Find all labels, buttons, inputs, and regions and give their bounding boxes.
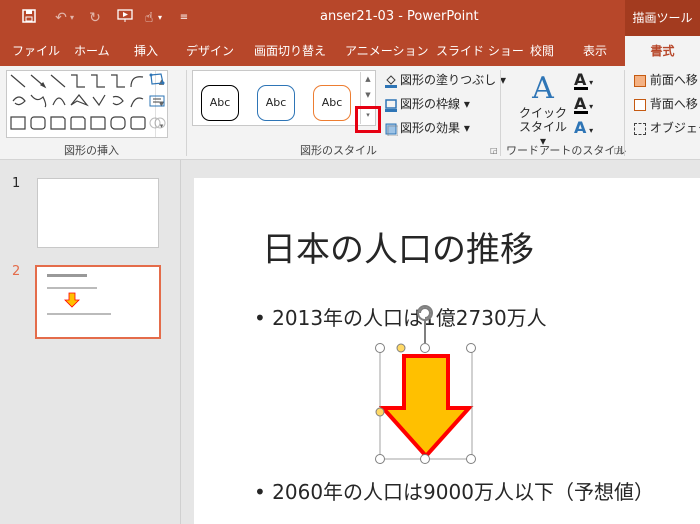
gallery-down-icon[interactable]: ▼ — [363, 90, 373, 100]
shape-styles-launcher-icon[interactable]: ◲ — [490, 146, 498, 155]
selection-pane-icon — [634, 122, 646, 135]
shape-outline-button[interactable]: 図形の枠線 ▾ — [384, 94, 470, 114]
ribbon-tabs: ファイル ホーム 挿入 デザイン 画面切り替え アニメーション スライド ショー… — [0, 36, 700, 66]
selection-pane-button[interactable]: オブジェクト — [634, 118, 700, 138]
shape-styles-group-label: 図形のスタイル — [300, 144, 377, 157]
text-effects-icon[interactable]: A ▾ — [574, 118, 604, 138]
shape-fill-button[interactable]: 図形の塗りつぶし ▾ — [384, 70, 506, 90]
text-outline-icon[interactable]: A ▾ — [574, 94, 604, 114]
selection-pane-label: オブジェクト — [649, 121, 700, 135]
window-title: anser21-03 - PowerPoint — [320, 9, 479, 24]
style-sample-blue[interactable]: Abc — [257, 85, 295, 121]
pen-icon — [384, 98, 398, 112]
tab-design[interactable]: デザイン — [186, 36, 234, 66]
send-backward-button[interactable]: 背面へ移 — [634, 94, 698, 114]
tab-home[interactable]: ホーム — [74, 36, 110, 66]
group-separator — [624, 70, 625, 156]
bring-forward-icon — [634, 74, 646, 87]
slide-title[interactable]: 日本の人口の推移 — [262, 222, 534, 271]
slides-panel: 1 2 — [0, 160, 180, 524]
slide-1-thumbnail[interactable] — [37, 178, 159, 248]
slide-2-number: 2 — [12, 264, 21, 279]
bring-forward-button[interactable]: 前面へ移 — [634, 70, 698, 90]
tab-view[interactable]: 表示 — [583, 36, 607, 66]
group-separator — [186, 70, 187, 156]
quick-styles-label-1: クイック — [518, 106, 567, 120]
down-arrow-shape[interactable] — [378, 346, 474, 460]
slide-1-number: 1 — [12, 176, 21, 191]
tab-animations[interactable]: アニメーション — [345, 36, 429, 66]
ribbon: ▲ ▼ ▾ 図形の挿入 Abc Abc Abc ▲ ▼ ▾ 図形のスタイル ◲ 図形… — [0, 66, 700, 160]
touch-dropdown-icon[interactable]: ▾ — [156, 9, 164, 27]
quick-styles-button[interactable]: A クイック スタイル ▾ — [518, 71, 568, 149]
drawing-tools-context-label: 描画ツール — [625, 0, 700, 36]
wordart-a-icon: A — [532, 71, 554, 106]
shape-fill-label: 図形の塗りつぶし — [400, 73, 497, 87]
wordart-group-label: ワードアートのスタイル — [506, 144, 627, 157]
bullet-1[interactable]: • 2013年の人口は1億2730万人 — [254, 302, 547, 331]
bring-forward-label: 前面へ移 — [649, 73, 698, 87]
slideshow-from-beginning-icon[interactable] — [116, 9, 134, 27]
slide-2-thumbnail[interactable] — [35, 265, 161, 339]
save-icon[interactable] — [20, 9, 38, 27]
paint-bucket-icon — [384, 74, 398, 88]
tab-slideshow[interactable]: スライド ショー — [436, 36, 524, 66]
tab-transitions[interactable]: 画面切り替え — [254, 36, 326, 66]
send-backward-icon — [634, 98, 646, 111]
panel-divider[interactable] — [180, 160, 194, 524]
send-backward-label: 背面へ移 — [649, 97, 698, 111]
bullet-2[interactable]: • 2060年の人口は9000万人以下（予想値） — [254, 476, 654, 505]
undo-dropdown-icon[interactable]: ▾ — [68, 9, 76, 27]
highlight-more-button — [355, 106, 381, 133]
effects-icon — [384, 122, 399, 136]
tab-insert[interactable]: 挿入 — [134, 36, 158, 66]
title-bar: ↶ ▾ ↻ ☝ ▾ ≡ anser21-03 - PowerPoint 描画ツー… — [0, 0, 700, 36]
tab-format[interactable]: 書式 — [625, 36, 700, 66]
tab-review[interactable]: 校閲 — [530, 36, 554, 66]
insert-shapes-group-label: 図形の挿入 — [64, 144, 119, 157]
text-fill-icon[interactable]: A ▾ — [574, 70, 604, 90]
shape-gallery-icons — [10, 74, 146, 130]
shape-effects-label: 図形の効果 — [400, 121, 461, 135]
slide-2-preview — [47, 274, 111, 315]
redo-icon[interactable]: ↻ — [86, 9, 104, 27]
slide-canvas[interactable]: 日本の人口の推移 • 2013年の人口は1億2730万人 • 2060年の人口は… — [194, 178, 700, 524]
text-box-icon[interactable] — [148, 94, 174, 112]
shape-outline-label: 図形の枠線 — [400, 97, 461, 111]
customize-qat-icon[interactable]: ≡ — [178, 9, 190, 27]
style-sample-orange[interactable]: Abc — [313, 85, 351, 121]
shape-gallery[interactable]: ▲ ▼ ▾ — [6, 70, 168, 138]
gallery-up-icon[interactable]: ▲ — [363, 74, 373, 84]
group-separator — [500, 70, 501, 156]
style-sample-black[interactable]: Abc — [201, 85, 239, 121]
merge-shapes-icon[interactable] — [148, 116, 174, 134]
tab-file[interactable]: ファイル — [12, 36, 60, 66]
wordart-launcher-icon[interactable]: ◲ — [614, 146, 622, 155]
shape-effects-button[interactable]: 図形の効果 ▾ — [384, 118, 470, 138]
edit-shape-icon[interactable] — [148, 72, 174, 90]
shape-styles-gallery[interactable]: Abc Abc Abc — [192, 70, 376, 126]
